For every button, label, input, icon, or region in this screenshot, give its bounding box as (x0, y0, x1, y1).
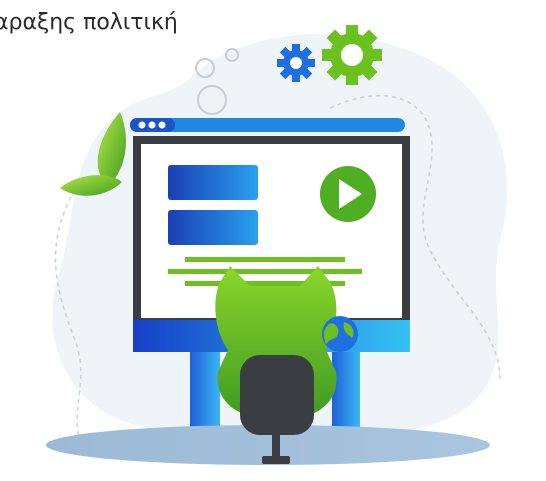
text-line-1 (185, 257, 345, 262)
chair-base (262, 456, 290, 464)
gear-icon (277, 44, 315, 82)
gear-icon (322, 25, 382, 85)
globe-icon (322, 316, 358, 352)
chair-post (272, 432, 280, 456)
play-icon (320, 166, 376, 222)
computer-user-illustration (46, 25, 508, 465)
text-line-2 (168, 269, 362, 274)
chair-back (240, 355, 314, 435)
content-block-2 (168, 210, 258, 245)
window-dots-icon (138, 121, 166, 129)
content-block-1 (168, 165, 258, 200)
